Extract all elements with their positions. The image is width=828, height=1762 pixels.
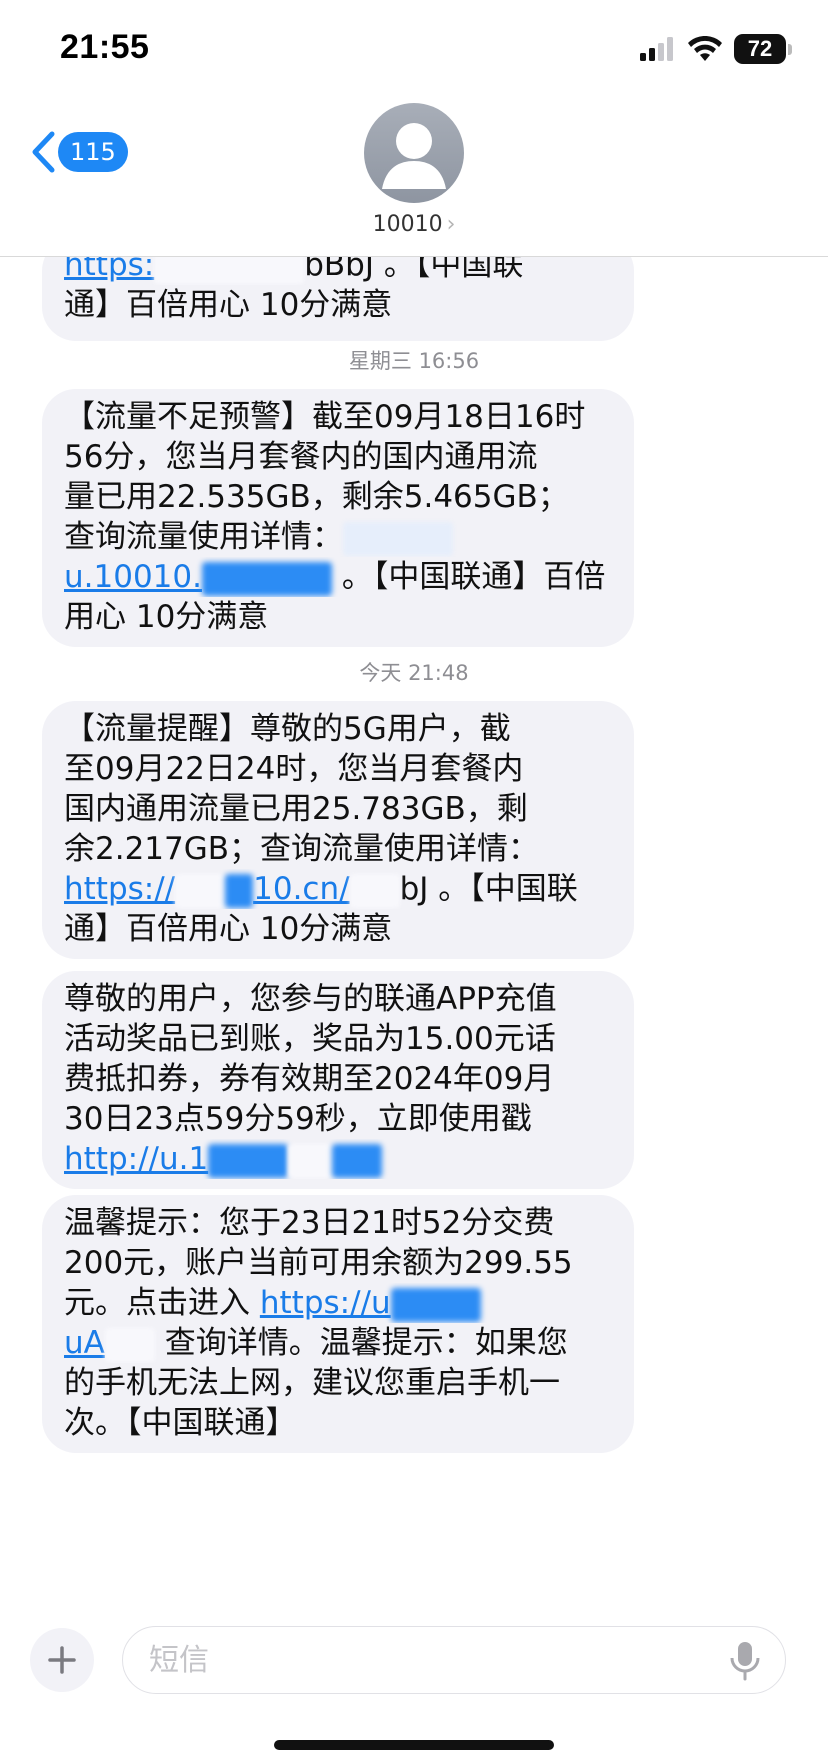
redaction [208, 1143, 289, 1178]
contact-name[interactable]: 10010 › [0, 212, 828, 237]
message-line: 国内通用流量已用25.783GB，剩 [64, 791, 528, 827]
message-bubble[interactable]: 【流量提醒】尊敬的5G用户，截 至09月22日24时，您当月套餐内 国内通用流量… [42, 701, 634, 959]
status-bar: 21:55 72 [0, 0, 828, 100]
redaction [154, 257, 305, 284]
message-line: http://u.1 [64, 1139, 612, 1179]
redaction [390, 1287, 481, 1322]
message-line: 200元，账户当前可用余额为299.55 [64, 1245, 573, 1281]
plus-icon [48, 1646, 76, 1674]
wifi-icon [688, 36, 722, 61]
message-link[interactable]: https:// [64, 871, 175, 907]
message-bubble[interactable]: 尊敬的用户，您参与的联通APP充值 活动奖品已到账，奖品为15.00元话 费抵扣… [42, 971, 634, 1189]
battery-level: 72 [747, 36, 773, 61]
message-link[interactable]: https: [64, 257, 154, 283]
message-input[interactable] [122, 1626, 786, 1694]
microphone-icon[interactable] [728, 1640, 762, 1682]
message-link[interactable]: u.10010. [64, 559, 202, 595]
message-line: 余2.217GB；查询流量使用详情： [64, 831, 540, 867]
message-line: u.10010. 。【中国联通】百倍 [64, 557, 612, 597]
redaction [201, 561, 332, 596]
conversation-header: 115 10010 › [0, 90, 828, 257]
redaction [175, 873, 226, 908]
redaction [104, 1327, 155, 1362]
message-line: 【流量提醒】尊敬的5G用户，截 [64, 711, 511, 747]
message-text: 查询详情。温馨提示：如果您 [154, 1325, 568, 1361]
chevron-right-icon: › [446, 212, 456, 237]
avatar[interactable] [364, 103, 464, 203]
message-line: 元。点击进入 https://u [64, 1283, 612, 1323]
message-line: 活动奖品已到账，奖品为15.00元话 [64, 1021, 556, 1057]
add-attachment-button[interactable] [30, 1628, 94, 1692]
battery-icon: 72 [734, 34, 786, 64]
message-bubble[interactable]: 温馨提示：您于23日21时52分交费 200元，账户当前可用余额为299.55 … [42, 1195, 634, 1453]
message-text: 查询流量使用详情： [64, 519, 343, 555]
message-line: 至09月22日24时，您当月套餐内 [64, 751, 524, 787]
redaction [288, 1143, 333, 1178]
message-line: 【流量不足预警】截至09月18日16时 [64, 399, 586, 435]
battery-cap [788, 43, 792, 55]
message-line: https:// 10.cn/bJ 。【中国联 [64, 869, 612, 909]
message-line: 通】百倍用心 10分满意 [64, 287, 393, 323]
redaction [332, 1143, 383, 1178]
status-icons: 72 [640, 34, 792, 64]
redaction [349, 873, 400, 908]
message-text: bJ 。【中国联 [399, 871, 578, 907]
message-line: 用心 10分满意 [64, 599, 269, 635]
message-bubble[interactable]: 【流量不足预警】截至09月18日16时 56分，您当月套餐内的国内通用流 量已用… [42, 389, 634, 647]
message-link[interactable]: uA [64, 1325, 105, 1361]
contact-number: 10010 [372, 212, 443, 237]
message-line: 温馨提示：您于23日21时52分交费 [64, 1205, 555, 1241]
message-line: 费抵扣券，券有效期至2024年09月 [64, 1061, 555, 1097]
cellular-signal-icon [640, 37, 673, 61]
back-button[interactable]: 115 [30, 130, 128, 174]
message-timestamp: 今天 21:48 [359, 661, 469, 685]
message-text: 。【中国联通】百倍 [331, 559, 606, 595]
message-timestamp: 星期三 16:56 [348, 349, 480, 373]
redaction [343, 521, 453, 556]
messages-screen: 21:55 72 115 10010 › https: bBbJ 。【中国联 通… [0, 0, 828, 1762]
message-line: 通】百倍用心 10分满意 [64, 911, 393, 947]
message-line: 的手机无法上网，建议您重启手机一 [64, 1365, 560, 1401]
message-line: https: bBbJ 。【中国联 [64, 257, 612, 285]
home-indicator[interactable] [274, 1740, 554, 1750]
message-line: 次。【中国联通】 [64, 1405, 297, 1441]
message-line: 尊敬的用户，您参与的联通APP充值 [64, 981, 557, 1017]
message-link[interactable]: 10.cn/ [253, 871, 349, 907]
compose-bar [0, 1600, 828, 1720]
redaction [225, 873, 254, 908]
unread-count-badge: 115 [58, 132, 128, 172]
message-link[interactable]: http://u.1 [64, 1141, 208, 1177]
status-time: 21:55 [60, 28, 150, 66]
chevron-left-icon [32, 131, 55, 173]
message-thread[interactable]: https: bBbJ 。【中国联 通】百倍用心 10分满意 星期三 16:56 … [0, 257, 828, 1587]
message-text: bBbJ 。【中国联 [304, 257, 524, 283]
message-bubble[interactable]: https: bBbJ 。【中国联 通】百倍用心 10分满意 [42, 257, 634, 341]
message-line: 30日23点59分59秒，立即使用戳 [64, 1101, 532, 1137]
message-line: uA 查询详情。温馨提示：如果您 [64, 1323, 612, 1363]
message-line: 56分，您当月套餐内的国内通用流 [64, 439, 538, 475]
message-text: 元。点击进入 [64, 1285, 260, 1321]
message-line: 量已用22.535GB，剩余5.465GB； [64, 479, 569, 515]
message-link[interactable]: https://u [260, 1285, 391, 1321]
person-icon [382, 123, 446, 189]
message-line: 查询流量使用详情： [64, 517, 612, 557]
